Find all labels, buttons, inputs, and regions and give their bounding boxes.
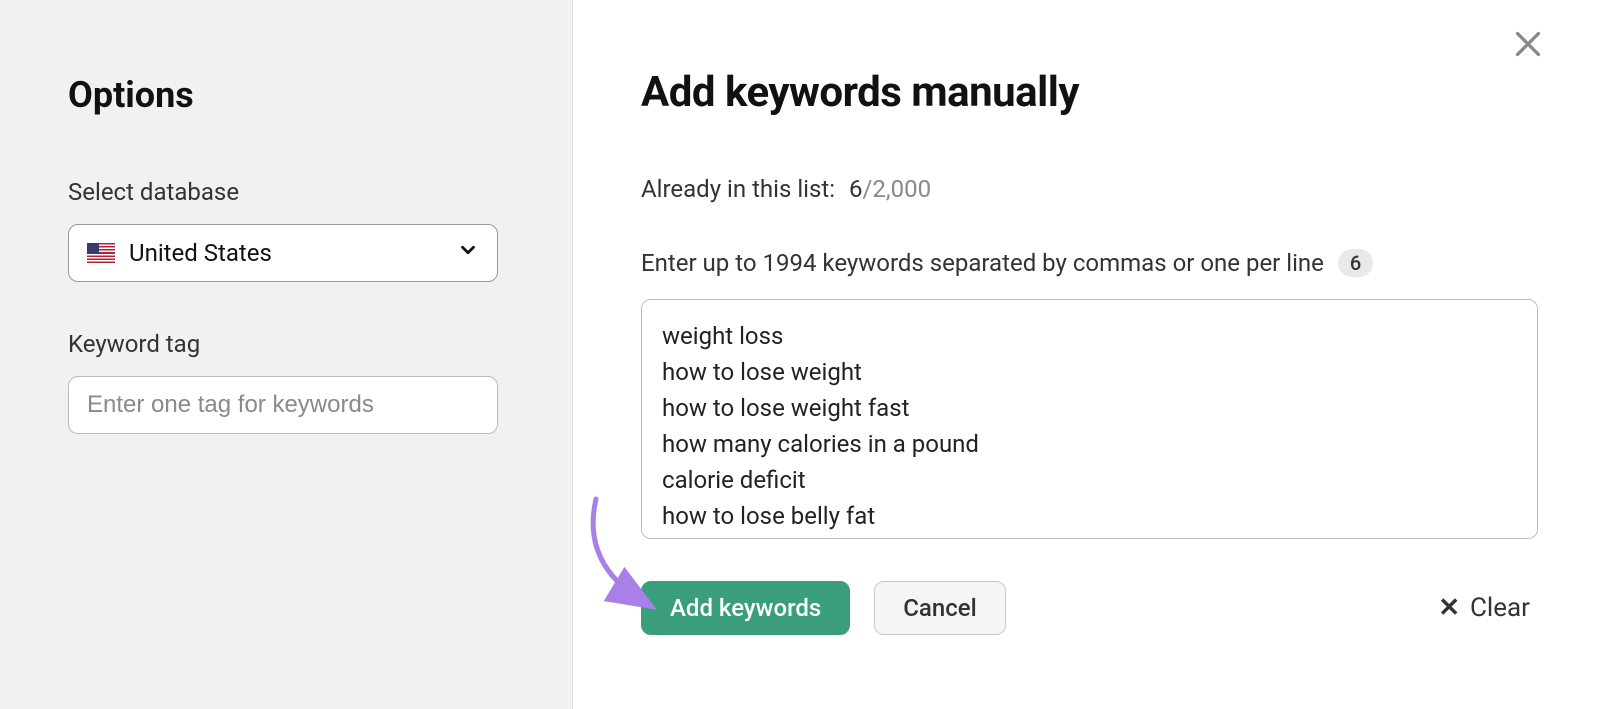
database-field-group: Select database United States [68,178,507,282]
options-sidebar: Options Select database United States Ke… [0,0,573,709]
sidebar-title: Options [68,74,507,116]
instruction-row: Enter up to 1994 keywords separated by c… [641,249,1538,277]
tag-field-group: Keyword tag [68,330,507,434]
cancel-button[interactable]: Cancel [874,581,1005,635]
already-count: 6 [849,175,863,203]
already-in-list: Already in this list: 6/2,000 [641,175,1538,203]
clear-label: Clear [1470,593,1530,623]
keyword-tag-input[interactable] [68,376,498,434]
us-flag-icon [87,243,115,263]
database-select-value-wrap: United States [87,239,272,267]
close-button[interactable] [1510,26,1546,66]
main-panel: Add keywords manually Already in this li… [573,0,1600,709]
tag-label: Keyword tag [68,330,507,358]
clear-button[interactable]: ✕ Clear [1438,593,1538,623]
close-icon: ✕ [1438,593,1460,623]
already-label: Already in this list: [641,175,835,203]
database-select[interactable]: United States [68,224,498,282]
database-label: Select database [68,178,507,206]
chevron-down-icon [457,239,479,267]
keywords-textarea[interactable] [641,299,1538,539]
button-row: Add keywords Cancel ✕ Clear [641,581,1538,635]
instruction-text: Enter up to 1994 keywords separated by c… [641,249,1324,277]
already-max: 2,000 [872,175,931,203]
keyword-count-badge: 6 [1338,249,1373,277]
main-title: Add keywords manually [641,68,1538,117]
database-selected-value: United States [129,239,272,267]
add-keywords-button[interactable]: Add keywords [641,581,850,635]
